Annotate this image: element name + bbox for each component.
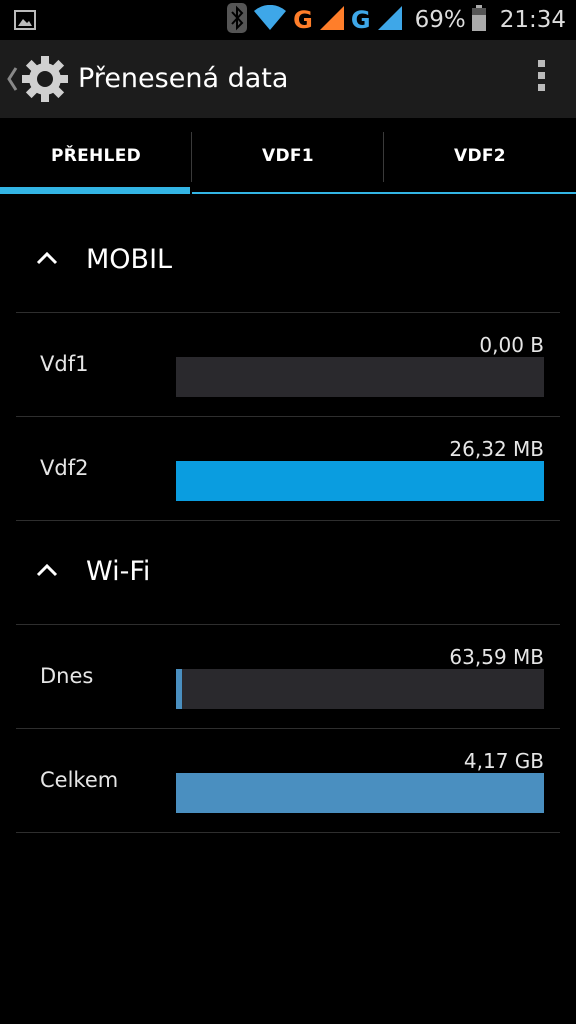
tab-label: PŘEHLED (50, 146, 142, 166)
section-title: Wi-Fi (86, 556, 151, 587)
usage-row-vdf1[interactable]: Vdf1 0,00 B (16, 313, 560, 416)
tab-vdf2[interactable]: VDF2 (384, 118, 576, 194)
signal-icon-1 (319, 5, 345, 35)
battery-icon (471, 5, 486, 35)
usage-row-total[interactable]: Celkem 4,17 GB (16, 729, 560, 832)
tab-bar: PŘEHLED VDF1 VDF2 (0, 118, 576, 194)
row-value: 4,17 GB (463, 749, 544, 773)
action-bar: Přenesená data (0, 40, 576, 118)
tab-vdf1[interactable]: VDF1 (192, 118, 384, 194)
usage-bar-fill (176, 461, 544, 501)
usage-row-vdf2[interactable]: Vdf2 26,32 MB (16, 417, 560, 520)
signal-icon-2 (377, 5, 403, 35)
overflow-menu-icon[interactable] (536, 60, 546, 96)
image-notification-icon (14, 10, 36, 34)
chevron-up-icon (36, 562, 58, 581)
row-value: 0,00 B (479, 333, 544, 357)
tab-label: VDF1 (262, 146, 314, 166)
usage-bar-fill (176, 669, 182, 709)
usage-bar (176, 357, 544, 397)
usage-bar-fill (176, 773, 544, 813)
tab-indicator (384, 192, 576, 194)
usage-bar (176, 461, 544, 501)
usage-bar (176, 669, 544, 709)
row-label: Vdf2 (40, 456, 89, 480)
usage-bar (176, 773, 544, 813)
battery-percent: 69% (414, 7, 466, 33)
network-type-2: G (350, 6, 371, 34)
section-title: MOBIL (86, 244, 173, 275)
clock: 21:34 (499, 7, 566, 33)
section-header-mobile[interactable]: MOBIL (16, 208, 560, 312)
row-value: 63,59 MB (449, 645, 544, 669)
status-bar: G G 69% 21:34 (0, 0, 576, 40)
tab-indicator (192, 192, 384, 194)
tab-overview[interactable]: PŘEHLED (0, 118, 192, 194)
row-label: Celkem (40, 768, 119, 792)
network-type-1: G (293, 6, 313, 34)
settings-gear-icon[interactable] (20, 54, 70, 108)
divider (16, 832, 560, 833)
row-label: Vdf1 (40, 352, 89, 376)
section-header-wifi[interactable]: Wi-Fi (16, 520, 560, 624)
tab-indicator (0, 187, 190, 194)
back-chevron-icon[interactable] (6, 66, 18, 96)
usage-row-today[interactable]: Dnes 63,59 MB (16, 625, 560, 728)
chevron-up-icon (36, 250, 58, 269)
tab-label: VDF2 (454, 146, 506, 166)
row-value: 26,32 MB (449, 437, 544, 461)
wifi-icon (253, 4, 287, 35)
bluetooth-icon (227, 3, 248, 37)
row-label: Dnes (40, 664, 94, 688)
app-title: Přenesená data (78, 63, 289, 94)
